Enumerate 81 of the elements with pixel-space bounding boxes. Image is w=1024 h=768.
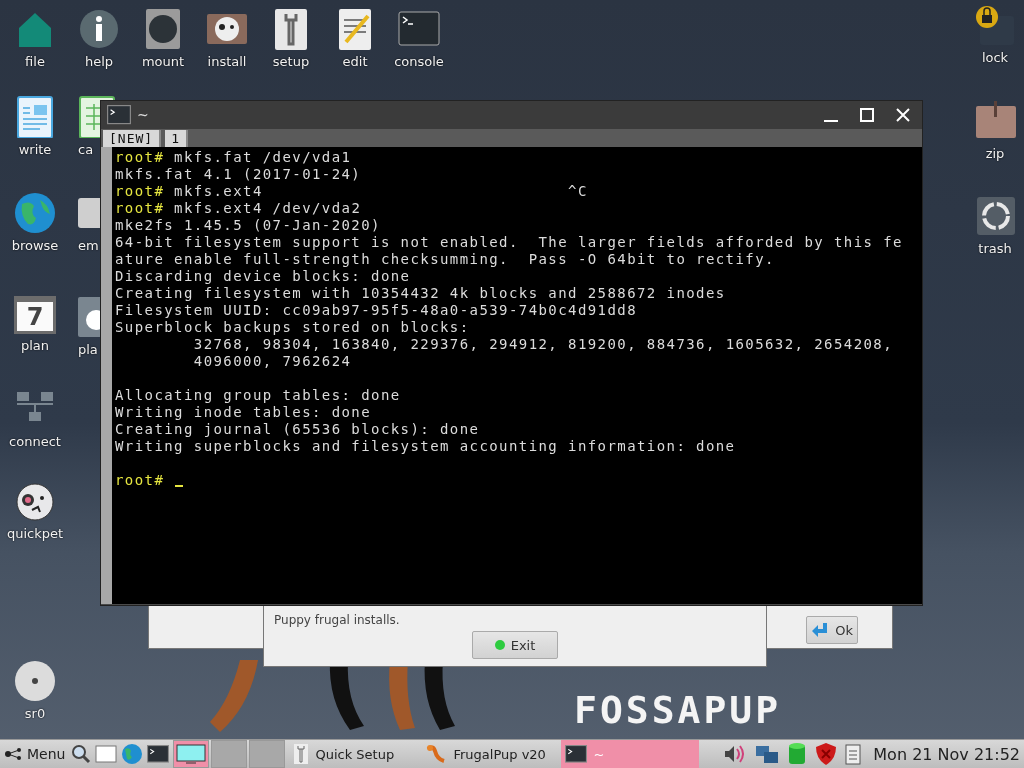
output-line: Writing superblocks and filesystem accounting information: done xyxy=(115,438,737,455)
workspace-pager[interactable] xyxy=(173,740,210,768)
output-line: 4096000, 7962624 xyxy=(192,353,353,370)
padlock-icon xyxy=(974,4,1016,46)
dog-face-icon xyxy=(14,480,56,522)
output-line: Creating filesystem with 10354432 4k blocks and 2588672 inodes xyxy=(115,285,727,302)
scrollbar[interactable] xyxy=(101,147,112,604)
media-player-icon xyxy=(78,296,100,338)
output-line: Allocating group tables: done xyxy=(115,387,402,404)
output-line: mke2fs 1.45.5 (07-Jan-2020) xyxy=(115,217,382,234)
window-title: ~ xyxy=(137,107,150,123)
wrench-icon xyxy=(293,743,310,765)
close-icon xyxy=(895,107,911,123)
clipboard-button[interactable] xyxy=(843,741,864,767)
icon-label: install xyxy=(207,54,247,69)
task-button[interactable]: Quick Setup xyxy=(289,740,418,768)
menu-button[interactable]: Menu xyxy=(0,740,70,768)
icon-label: console xyxy=(394,54,444,69)
search-icon xyxy=(71,744,92,764)
cylinder-icon xyxy=(787,742,808,766)
recycle-icon xyxy=(974,195,1016,237)
icon-label: trash xyxy=(978,241,1012,256)
clock: Mon 21 Nov 21:52 xyxy=(872,744,1021,764)
icon-label: plan xyxy=(20,338,50,353)
shell-prompt: root# xyxy=(115,183,165,199)
output-line: Discarding device blocks: done xyxy=(115,268,412,285)
icon-label: mount xyxy=(141,54,185,69)
output-line: 32768, 98304, 163840, 229376, 294912, 819200, 884736, 1605632, 2654208, xyxy=(192,336,895,353)
icon-label: help xyxy=(84,54,114,69)
icon-label: edit xyxy=(342,54,368,69)
nodes-icon xyxy=(4,747,24,761)
logo-text: FOSSAPUP xyxy=(574,688,782,732)
icon-label: setup xyxy=(272,54,310,69)
icon-label: zip xyxy=(985,146,1005,161)
icon-label: browse xyxy=(11,238,59,253)
output-line: mkfs.fat 4.1 (2017-01-24) xyxy=(115,166,363,183)
monitor-icon xyxy=(176,744,207,764)
globe-icon xyxy=(121,743,144,765)
minimize-icon xyxy=(824,120,838,122)
command-text: mkfs.ext4 /dev/vda2 xyxy=(173,200,362,216)
terminal-icon xyxy=(107,105,131,125)
terminal-tab[interactable]: [NEW] xyxy=(103,130,162,147)
icon-label: sr0 xyxy=(24,706,46,721)
output-line: Filesystem UUID: cc09ab97-95f5-48a0-a539-74b0c4d91dd8 xyxy=(115,302,638,319)
terminal-tab[interactable]: 1 xyxy=(165,130,188,147)
disc-icon xyxy=(14,660,56,702)
icon-label: lock xyxy=(981,50,1009,65)
icon-label: em xyxy=(78,238,99,253)
icon-label: connect xyxy=(9,434,61,449)
icon-label: write xyxy=(18,142,52,157)
info-icon xyxy=(78,8,120,50)
return-arrow-icon xyxy=(811,622,830,638)
shell-prompt: root# xyxy=(115,472,165,488)
icon-label: quickpet xyxy=(6,526,64,541)
command-text: mkfs.ext4 ^C xyxy=(173,183,588,199)
output-line: Superblock backups stored on blocks: xyxy=(115,319,471,336)
network-icon xyxy=(755,744,780,764)
output-line: ature enable full-strength checksumming. Pass -O 64bit to rectify. xyxy=(115,251,776,268)
maximize-icon xyxy=(860,108,874,122)
icon-label: ca xyxy=(78,142,94,157)
terminal-icon xyxy=(147,745,170,763)
icon-label: file xyxy=(25,54,45,69)
terminal-icon xyxy=(565,745,588,763)
command-text: mkfs.fat /dev/vda1 xyxy=(173,149,352,165)
dialog-button[interactable]: Exit xyxy=(471,631,559,659)
calendar-icon: 7 xyxy=(14,296,56,334)
window-icon xyxy=(95,745,118,763)
icon-label: pla xyxy=(78,342,98,357)
shell-prompt: root# xyxy=(115,200,165,216)
output-line: Creating journal (65536 blocks): done xyxy=(115,421,481,438)
document-icon xyxy=(14,96,56,138)
dialog-button[interactable]: Ok xyxy=(806,616,858,644)
dialog-message: Puppy frugal installs. xyxy=(274,613,400,627)
shell-prompt: root# xyxy=(115,149,165,165)
clipboard-icon xyxy=(845,743,862,765)
shield-icon xyxy=(815,742,838,766)
globe-icon xyxy=(14,192,56,234)
output-line: Writing inode tables: done xyxy=(115,404,373,421)
dot-icon xyxy=(494,640,505,650)
task-button[interactable]: FrugalPup v20 xyxy=(421,740,558,768)
output-line: 64-bit filesystem support is not enabled. The larger fields afforded by this fe xyxy=(115,234,904,251)
